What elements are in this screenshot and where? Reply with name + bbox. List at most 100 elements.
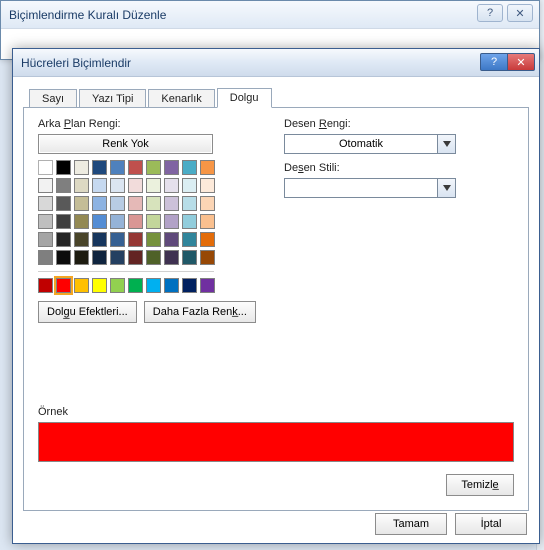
color-swatch[interactable] [164, 250, 179, 265]
color-swatch[interactable] [110, 232, 125, 247]
color-swatch[interactable] [200, 232, 215, 247]
standard-color-swatch[interactable] [164, 278, 179, 293]
pattern-color-combo[interactable]: Otomatik [284, 134, 456, 154]
fill-panel: Arka Plan Rengi: Renk Yok Dolg̲u Efektle… [23, 107, 529, 511]
standard-color-swatch[interactable] [74, 278, 89, 293]
color-swatch[interactable] [56, 250, 71, 265]
theme-color-palette [38, 160, 280, 265]
tab-strip: Sayı Yazı Tipi Kenarlık Dolgu [29, 85, 529, 107]
color-swatch[interactable] [182, 232, 197, 247]
standard-color-swatch[interactable] [56, 278, 71, 293]
standard-color-palette [38, 278, 280, 293]
color-swatch[interactable] [200, 214, 215, 229]
color-swatch[interactable] [146, 214, 161, 229]
sample-label: Örnek [38, 406, 514, 418]
color-swatch[interactable] [110, 214, 125, 229]
color-swatch[interactable] [38, 178, 53, 193]
color-swatch[interactable] [128, 196, 143, 211]
color-swatch[interactable] [164, 196, 179, 211]
parent-title: Biçimlendirme Kuralı Düzenle [9, 8, 166, 22]
color-swatch[interactable] [92, 160, 107, 175]
color-swatch[interactable] [146, 250, 161, 265]
color-swatch[interactable] [74, 178, 89, 193]
color-swatch[interactable] [146, 196, 161, 211]
color-swatch[interactable] [56, 214, 71, 229]
color-swatch[interactable] [128, 250, 143, 265]
color-swatch[interactable] [146, 160, 161, 175]
color-swatch[interactable] [74, 196, 89, 211]
cancel-button[interactable]: İptal [455, 513, 527, 535]
color-swatch[interactable] [128, 214, 143, 229]
color-swatch[interactable] [164, 178, 179, 193]
color-swatch[interactable] [164, 214, 179, 229]
sample-preview [38, 422, 514, 462]
color-swatch[interactable] [92, 250, 107, 265]
color-swatch[interactable] [74, 160, 89, 175]
color-swatch[interactable] [182, 160, 197, 175]
color-swatch[interactable] [110, 250, 125, 265]
standard-color-swatch[interactable] [146, 278, 161, 293]
tab-border[interactable]: Kenarlık [148, 89, 214, 108]
clear-button[interactable]: Temizle̲ [446, 474, 514, 496]
help-button[interactable]: ? [480, 53, 508, 71]
bg-color-label: Arka Plan Rengi: [38, 118, 280, 130]
color-swatch[interactable] [200, 196, 215, 211]
color-swatch[interactable] [74, 214, 89, 229]
sample-group: Örnek [38, 406, 514, 462]
color-swatch[interactable] [146, 178, 161, 193]
color-swatch[interactable] [128, 160, 143, 175]
standard-color-swatch[interactable] [110, 278, 125, 293]
standard-color-swatch[interactable] [200, 278, 215, 293]
color-swatch[interactable] [38, 250, 53, 265]
color-swatch[interactable] [38, 232, 53, 247]
chevron-down-icon[interactable] [437, 179, 455, 197]
more-colors-button[interactable]: Daha Fazla Renk̲... [144, 301, 256, 323]
color-swatch[interactable] [56, 196, 71, 211]
color-swatch[interactable] [38, 196, 53, 211]
tab-fill[interactable]: Dolgu [217, 88, 272, 108]
color-swatch[interactable] [92, 214, 107, 229]
color-swatch[interactable] [182, 214, 197, 229]
color-swatch[interactable] [38, 214, 53, 229]
close-button[interactable]: ✕ [507, 53, 535, 71]
color-swatch[interactable] [56, 178, 71, 193]
tab-number[interactable]: Sayı [29, 89, 77, 108]
color-swatch[interactable] [200, 160, 215, 175]
color-swatch[interactable] [110, 196, 125, 211]
no-color-button[interactable]: Renk Yok [38, 134, 213, 154]
color-swatch[interactable] [110, 178, 125, 193]
fill-effects-button[interactable]: Dolg̲u Efektleri... [38, 301, 137, 323]
color-swatch[interactable] [92, 196, 107, 211]
ok-button[interactable]: Tamam [375, 513, 447, 535]
color-swatch[interactable] [182, 196, 197, 211]
pattern-color-label: Desen Rengi: [284, 118, 514, 130]
color-swatch[interactable] [182, 178, 197, 193]
standard-color-swatch[interactable] [128, 278, 143, 293]
standard-color-swatch[interactable] [182, 278, 197, 293]
chevron-down-icon[interactable] [437, 135, 455, 153]
color-swatch[interactable] [164, 160, 179, 175]
color-swatch[interactable] [92, 232, 107, 247]
color-swatch[interactable] [200, 178, 215, 193]
parent-close-button[interactable]: ✕ [507, 4, 533, 22]
parent-help-button[interactable]: ? [477, 4, 503, 22]
titlebar: Hücreleri Biçimlendir ? ✕ [13, 49, 539, 77]
tab-font[interactable]: Yazı Tipi [79, 89, 146, 108]
color-swatch[interactable] [110, 160, 125, 175]
standard-color-swatch[interactable] [92, 278, 107, 293]
color-swatch[interactable] [56, 160, 71, 175]
color-swatch[interactable] [74, 232, 89, 247]
color-swatch[interactable] [200, 250, 215, 265]
color-swatch[interactable] [164, 232, 179, 247]
color-swatch[interactable] [38, 160, 53, 175]
color-swatch[interactable] [182, 250, 197, 265]
color-swatch[interactable] [128, 178, 143, 193]
color-swatch[interactable] [74, 250, 89, 265]
color-swatch[interactable] [56, 232, 71, 247]
color-swatch[interactable] [92, 178, 107, 193]
color-swatch[interactable] [146, 232, 161, 247]
standard-color-swatch[interactable] [38, 278, 53, 293]
color-swatch[interactable] [128, 232, 143, 247]
pattern-style-combo[interactable] [284, 178, 456, 198]
format-cells-dialog: Hücreleri Biçimlendir ? ✕ Sayı Yazı Tipi… [12, 48, 540, 544]
